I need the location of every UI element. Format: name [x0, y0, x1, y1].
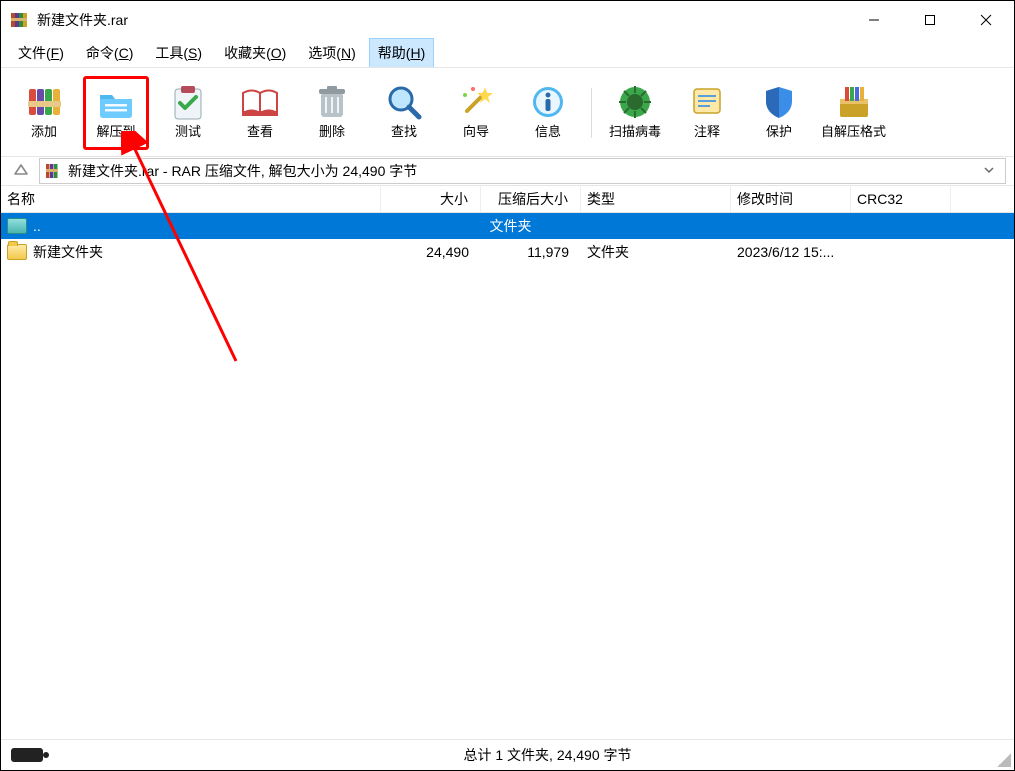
trash-icon: [311, 81, 353, 123]
delete-label: 删除: [319, 121, 345, 140]
status-summary: 总计 1 文件夹, 24,490 字节: [81, 745, 1014, 765]
protect-button[interactable]: 保护: [746, 76, 812, 150]
protect-label: 保护: [766, 121, 792, 140]
virus-icon: [614, 81, 656, 123]
scan-label: 扫描病毒: [609, 121, 661, 140]
toolbar: 添加 解压到 测试: [1, 67, 1014, 157]
menu-file[interactable]: 文件(F): [9, 38, 73, 68]
shield-icon: [758, 81, 800, 123]
statusbar: 总计 1 文件夹, 24,490 字节: [1, 739, 1014, 770]
row-packed: 11,979: [481, 244, 581, 260]
window-title: 新建文件夹.rar: [37, 10, 128, 30]
wand-icon: [455, 81, 497, 123]
file-list[interactable]: .. 文件夹 新建文件夹 24,490 11,979 文件夹 2023/6/12…: [1, 213, 1014, 739]
column-headers: 名称 大小 压缩后大小 类型 修改时间 CRC32: [1, 186, 1014, 213]
clipboard-check-icon: [167, 81, 209, 123]
col-header-type[interactable]: 类型: [581, 186, 731, 212]
folder-icon: [7, 244, 27, 260]
menubar: 文件(F) 命令(C) 工具(S) 收藏夹(O) 选项(N) 帮助(H): [1, 39, 1014, 67]
keyboard-icon: [11, 748, 43, 762]
row-name: ..: [33, 218, 41, 234]
comment-button[interactable]: 注释: [674, 76, 740, 150]
scan-virus-button[interactable]: 扫描病毒: [602, 76, 668, 150]
addressbar: 新建文件夹.rar - RAR 压缩文件, 解包大小为 24,490 字节: [1, 157, 1014, 186]
note-icon: [686, 81, 728, 123]
books-icon: [23, 81, 65, 123]
app-icon: [9, 10, 29, 30]
add-label: 添加: [31, 121, 57, 140]
add-button[interactable]: 添加: [11, 76, 77, 150]
info-label: 信息: [535, 121, 561, 140]
row-size: 24,490: [381, 244, 481, 260]
col-header-crc[interactable]: CRC32: [851, 186, 951, 212]
titlebar: 新建文件夹.rar: [1, 1, 1014, 39]
table-row[interactable]: 新建文件夹 24,490 11,979 文件夹 2023/6/12 15:...: [1, 239, 1014, 265]
info-button[interactable]: 信息: [515, 76, 581, 150]
col-header-name[interactable]: 名称: [1, 186, 381, 212]
view-label: 查看: [247, 121, 273, 140]
menu-command[interactable]: 命令(C): [77, 38, 142, 68]
go-up-button[interactable]: [9, 159, 33, 183]
caption-buttons: [846, 1, 1014, 39]
statusbar-left-icon: [1, 748, 81, 762]
toolbar-separator: [591, 88, 592, 138]
wizard-label: 向导: [463, 121, 489, 140]
extract-folder-icon: [95, 81, 137, 123]
extract-to-button[interactable]: 解压到: [83, 76, 149, 150]
archive-file-icon: [44, 162, 62, 180]
extract-label: 解压到: [96, 121, 135, 140]
sfx-icon: [833, 81, 875, 123]
search-icon: [383, 81, 425, 123]
chevron-down-icon[interactable]: [977, 164, 1001, 179]
row-type: 文件夹: [581, 242, 731, 262]
col-header-size[interactable]: 大小: [381, 186, 481, 212]
path-text: 新建文件夹.rar - RAR 压缩文件, 解包大小为 24,490 字节: [68, 161, 417, 181]
find-label: 查找: [391, 121, 417, 140]
resize-grip[interactable]: [997, 753, 1011, 767]
app-window: 新建文件夹.rar 文件(F) 命令(C) 工具(S) 收藏夹(O) 选项(N)…: [0, 0, 1015, 771]
delete-button[interactable]: 删除: [299, 76, 365, 150]
test-label: 测试: [175, 121, 201, 140]
find-button[interactable]: 查找: [371, 76, 437, 150]
minimize-button[interactable]: [846, 1, 902, 39]
folder-up-icon: [7, 218, 27, 234]
sfx-button[interactable]: 自解压格式: [818, 76, 889, 150]
comment-label: 注释: [694, 121, 720, 140]
menu-tools[interactable]: 工具(S): [146, 38, 211, 68]
row-date: 2023/6/12 15:...: [731, 244, 851, 260]
maximize-button[interactable]: [902, 1, 958, 39]
menu-help[interactable]: 帮助(H): [369, 38, 434, 68]
row-name: 新建文件夹: [33, 242, 103, 262]
menu-favorites[interactable]: 收藏夹(O): [215, 38, 295, 68]
sfx-label: 自解压格式: [821, 121, 886, 140]
wizard-button[interactable]: 向导: [443, 76, 509, 150]
path-combobox[interactable]: 新建文件夹.rar - RAR 压缩文件, 解包大小为 24,490 字节: [39, 158, 1006, 184]
menu-options[interactable]: 选项(N): [299, 38, 364, 68]
info-icon: [527, 81, 569, 123]
close-button[interactable]: [958, 1, 1014, 39]
test-button[interactable]: 测试: [155, 76, 221, 150]
col-header-packed[interactable]: 压缩后大小: [481, 186, 581, 212]
open-book-icon: [239, 81, 281, 123]
view-button[interactable]: 查看: [227, 76, 293, 150]
parent-folder-row[interactable]: .. 文件夹: [1, 213, 1014, 239]
col-header-date[interactable]: 修改时间: [731, 186, 851, 212]
